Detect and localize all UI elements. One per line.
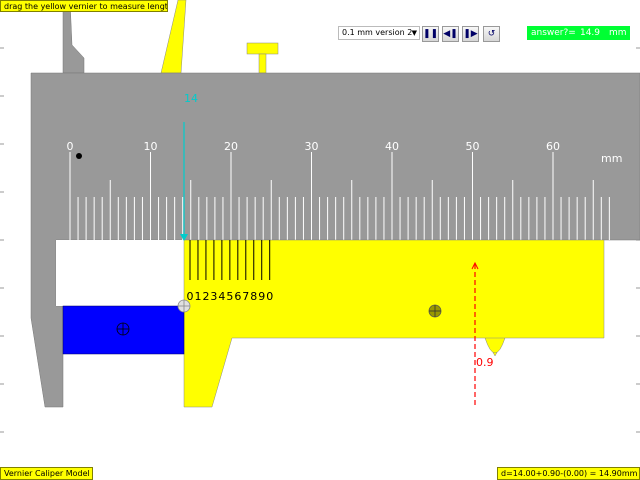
step-forward-button[interactable]: ❚▶	[462, 26, 479, 42]
slider-drag-handle-icon[interactable]	[428, 304, 442, 318]
slider-knob[interactable]	[484, 337, 506, 354]
measurement-formula: d=14.00+0.90-(0.00) = 14.90mm	[497, 467, 640, 480]
answer-unit: mm	[609, 28, 627, 38]
vernier-scale-labels: 01234567890	[187, 290, 274, 303]
answer-box: answer?= mm	[527, 26, 630, 40]
vernier-reading-label: 0.9	[476, 356, 494, 369]
thumb-screw[interactable]	[246, 42, 279, 55]
main-scale-unit: mm	[601, 152, 622, 165]
answer-input[interactable]	[575, 27, 605, 39]
version-select-value: 0.1 mm version 2	[342, 28, 413, 37]
vernier-scale-label: 0	[266, 290, 273, 303]
vernier-scale-label: 2	[202, 290, 209, 303]
origin-dot	[76, 153, 82, 159]
measured-object[interactable]	[62, 305, 185, 355]
version-select[interactable]: 0.1 mm version 2 ▼	[338, 26, 420, 40]
reset-button[interactable]: ↺	[483, 26, 500, 42]
main-scale-label: 60	[546, 140, 560, 153]
zero-reading-label: 14	[184, 92, 198, 105]
main-scale-label: 30	[305, 140, 319, 153]
pause-button[interactable]: ❚❚	[422, 26, 439, 42]
step-back-button[interactable]: ◀❚	[442, 26, 459, 42]
model-title: Vernier Caliper Model	[0, 467, 93, 480]
object-target-icon	[116, 322, 130, 336]
vernier-scale-label: 1	[194, 290, 201, 303]
caliper-canvas: 0 10 20 30 40 50 60 mm 01234567890 14 0.9	[0, 0, 640, 433]
vernier-scale-label: 4	[218, 290, 225, 303]
vernier-scale-label: 8	[250, 290, 257, 303]
vernier-scale-label: 5	[226, 290, 233, 303]
main-scale-label: 0	[67, 140, 74, 153]
main-scale-label: 20	[224, 140, 238, 153]
instruction-hint: drag the yellow vernier to measure lengt…	[0, 0, 168, 12]
main-scale-label: 50	[466, 140, 480, 153]
vernier-scale-label: 6	[234, 290, 241, 303]
answer-label: answer?=	[531, 28, 576, 38]
vernier-scale-label: 7	[242, 290, 249, 303]
main-scale-label: 10	[144, 140, 158, 153]
jaw-contact-handle-icon[interactable]	[177, 299, 191, 313]
vernier-slider[interactable]	[183, 239, 605, 408]
chevron-down-icon: ▼	[411, 29, 417, 37]
vernier-scale-label: 3	[210, 290, 217, 303]
main-scale-label: 40	[385, 140, 399, 153]
vernier-scale-label: 9	[258, 290, 265, 303]
